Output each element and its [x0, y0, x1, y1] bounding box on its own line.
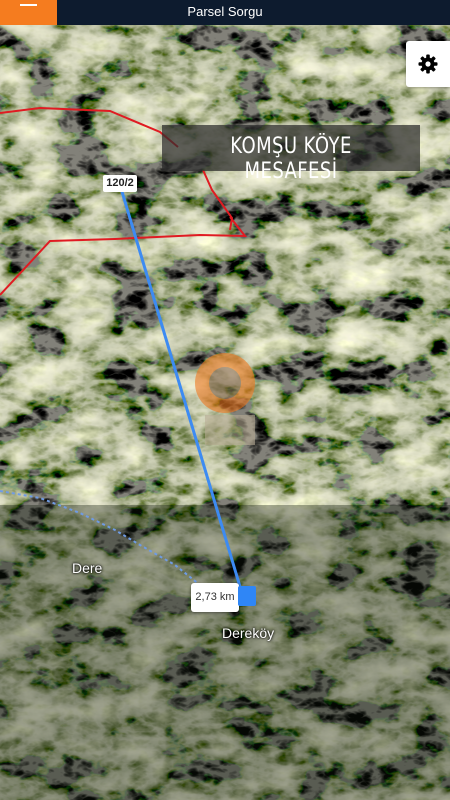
gear-icon: [418, 54, 438, 74]
distance-label: 2,73 km: [191, 583, 239, 612]
info-banner: KOMŞU KÖYE MESAFESİ: [162, 125, 420, 184]
banner-text: KOMŞU KÖYE MESAFESİ: [230, 134, 352, 184]
place-label-derekoy: Dereköy: [222, 625, 275, 641]
destination-marker[interactable]: [238, 586, 256, 606]
place-label-dere: Dere: [72, 560, 103, 576]
app-title: Parsel Sorgu: [187, 4, 263, 19]
settings-button[interactable]: [406, 41, 450, 87]
app-header: Parsel Sorgu: [0, 0, 450, 25]
watermark-logo: [195, 353, 255, 413]
parcel-label[interactable]: 120/2: [103, 175, 137, 192]
